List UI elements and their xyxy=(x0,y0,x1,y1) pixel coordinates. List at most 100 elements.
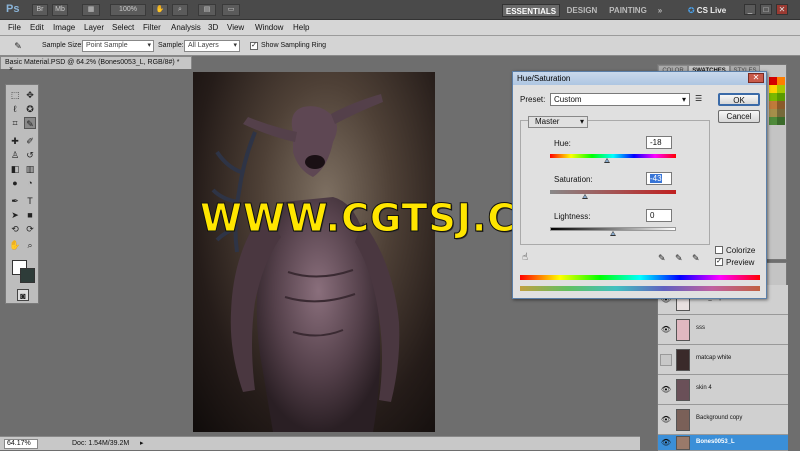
layer-row[interactable]: 👁 sss xyxy=(658,315,788,345)
dialog-title-bar[interactable]: Hue/Saturation xyxy=(513,72,766,85)
menu-file[interactable]: File xyxy=(8,23,21,32)
ok-button[interactable]: OK xyxy=(718,93,760,106)
zoom-field[interactable]: 64.17% xyxy=(4,439,38,449)
chevron-down-icon: ▾ xyxy=(579,117,584,126)
3d-rotate-tool-icon[interactable]: ⟲ xyxy=(9,223,21,235)
lightness-slider-thumb[interactable] xyxy=(610,231,616,236)
hand-tool-button[interactable]: ✋ xyxy=(152,4,168,16)
hand-adjust-icon[interactable]: ☝ xyxy=(522,252,528,263)
dodge-tool-icon[interactable]: ◔ xyxy=(24,177,36,189)
lasso-tool-icon[interactable]: ℓ xyxy=(9,103,21,115)
hue-field[interactable]: -18 xyxy=(646,136,672,149)
menu-edit[interactable]: Edit xyxy=(30,23,44,32)
move-tool-icon[interactable]: ✥ xyxy=(24,89,36,101)
workspace-painting[interactable]: PAINTING xyxy=(604,4,652,17)
eyedropper-preset-icon[interactable]: ✎ xyxy=(12,40,24,52)
clone-stamp-tool-icon[interactable]: ♙ xyxy=(9,149,21,161)
menu-help[interactable]: Help xyxy=(293,23,309,32)
preview-checkbox[interactable]: ✓ xyxy=(715,258,723,266)
eye-hidden-icon[interactable] xyxy=(660,354,672,366)
eye-icon[interactable]: 👁 xyxy=(660,384,672,396)
eraser-tool-icon[interactable]: ◧ xyxy=(9,163,21,175)
blur-tool-icon[interactable]: ● xyxy=(9,177,21,189)
document-canvas[interactable] xyxy=(193,72,435,432)
lightness-field[interactable]: 0 xyxy=(646,209,672,222)
saturation-value: -43 xyxy=(650,174,662,183)
healing-brush-tool-icon[interactable]: ✚ xyxy=(9,135,21,147)
layer-name: matcap white xyxy=(696,355,732,361)
arrange-documents-button[interactable]: ▤ xyxy=(198,4,216,16)
colorize-checkbox[interactable] xyxy=(715,246,723,254)
path-selection-tool-icon[interactable]: ➤ xyxy=(9,209,21,221)
menu-image[interactable]: Image xyxy=(53,23,75,32)
hand-tool-icon[interactable]: ✋ xyxy=(9,239,21,251)
swatch-grid[interactable] xyxy=(769,77,785,125)
menu-layer[interactable]: Layer xyxy=(84,23,104,32)
workspace-design[interactable]: DESIGN xyxy=(562,4,602,17)
marquee-tool-icon[interactable]: ⬚ xyxy=(9,89,21,101)
menu-analysis[interactable]: Analysis xyxy=(171,23,201,32)
menu-filter[interactable]: Filter xyxy=(143,23,161,32)
channel-select[interactable]: Master ▾ xyxy=(528,116,588,128)
cs-live-label: CS Live xyxy=(696,6,727,15)
cancel-button[interactable]: Cancel xyxy=(718,110,760,123)
eye-icon[interactable]: 👁 xyxy=(660,324,672,336)
zoom-tool-button[interactable]: ⌕ xyxy=(172,4,188,16)
document-close-icon[interactable]: × xyxy=(9,66,13,73)
layer-row[interactable]: 👁 Background copy xyxy=(658,405,788,435)
layer-row-selected[interactable]: 👁 Bones0053_L xyxy=(658,435,788,451)
layer-name: Background copy xyxy=(696,415,743,421)
status-menu-icon[interactable]: ▸ xyxy=(140,439,144,447)
hue-slider-track[interactable] xyxy=(550,154,676,158)
workspace-more[interactable]: » xyxy=(654,4,666,17)
brush-tool-icon[interactable]: ✐ xyxy=(24,135,36,147)
workspace-essentials[interactable]: ESSENTIALS xyxy=(502,4,560,17)
zoom-tool-icon[interactable]: ⌕ xyxy=(24,239,36,251)
layer-row[interactable]: 👁 skin 4 xyxy=(658,375,788,405)
eye-icon[interactable]: 👁 xyxy=(660,414,672,426)
show-sampling-ring-checkbox[interactable]: ✓ xyxy=(250,42,258,50)
pen-tool-icon[interactable]: ✒ xyxy=(9,195,21,207)
preset-options-icon[interactable]: ☰ xyxy=(695,94,702,103)
crop-tool-icon[interactable]: ⌗ xyxy=(9,117,21,129)
launch-minibridge-button[interactable]: Mb xyxy=(52,4,68,16)
launch-bridge-button[interactable]: Br xyxy=(32,4,48,16)
menu-view[interactable]: View xyxy=(227,23,244,32)
gradient-tool-icon[interactable]: ▥ xyxy=(24,163,36,175)
close-app-button[interactable]: ✕ xyxy=(776,4,788,15)
view-extras-button[interactable]: ▦ xyxy=(82,4,100,16)
zoom-level-select[interactable]: 100% xyxy=(110,4,146,16)
shape-tool-icon[interactable]: ■ xyxy=(24,209,36,221)
saturation-field[interactable]: -43 xyxy=(646,172,672,185)
3d-orbit-tool-icon[interactable]: ⟳ xyxy=(24,223,36,235)
eyedropper-icon[interactable]: ✎ xyxy=(658,253,666,264)
history-brush-tool-icon[interactable]: ↺ xyxy=(24,149,36,161)
minimize-button[interactable]: _ xyxy=(744,4,756,15)
layer-thumbnail xyxy=(676,349,690,371)
eyedropper-add-icon[interactable]: ✎ xyxy=(675,253,683,264)
eye-icon[interactable]: 👁 xyxy=(660,437,672,449)
maximize-button[interactable]: □ xyxy=(760,4,772,15)
document-tab[interactable]: Basic Material.PSD @ 64.2% (Bones0053_L,… xyxy=(0,56,192,73)
hue-slider-thumb[interactable] xyxy=(603,158,610,163)
screen-mode-button[interactable]: ▭ xyxy=(222,4,240,16)
menu-window[interactable]: Window xyxy=(255,23,283,32)
menu-select[interactable]: Select xyxy=(112,23,134,32)
background-color-swatch[interactable] xyxy=(20,268,35,283)
quick-mask-icon[interactable]: ◙ xyxy=(17,289,29,301)
cs-live-button[interactable]: ✪ CS Live xyxy=(682,4,732,17)
eyedropper-subtract-icon[interactable]: ✎ xyxy=(692,253,700,264)
eyedropper-tool-icon[interactable]: ✎ xyxy=(24,117,36,129)
dialog-close-button[interactable]: ✕ xyxy=(748,73,764,83)
saturation-slider-track[interactable] xyxy=(550,190,676,194)
sample-size-select[interactable]: Point Sample xyxy=(82,40,154,52)
menu-3d[interactable]: 3D xyxy=(208,23,218,32)
saturation-slider-thumb[interactable] xyxy=(582,194,589,199)
layer-row[interactable]: matcap white xyxy=(658,345,788,375)
type-tool-icon[interactable]: T xyxy=(24,195,36,207)
quick-selection-tool-icon[interactable]: ✪ xyxy=(24,103,36,115)
saturation-label: Saturation: xyxy=(554,175,593,184)
show-sampling-ring-label: Show Sampling Ring xyxy=(261,42,326,49)
sample-select[interactable]: All Layers xyxy=(184,40,240,52)
preset-select[interactable]: Custom ▾ xyxy=(550,93,690,106)
